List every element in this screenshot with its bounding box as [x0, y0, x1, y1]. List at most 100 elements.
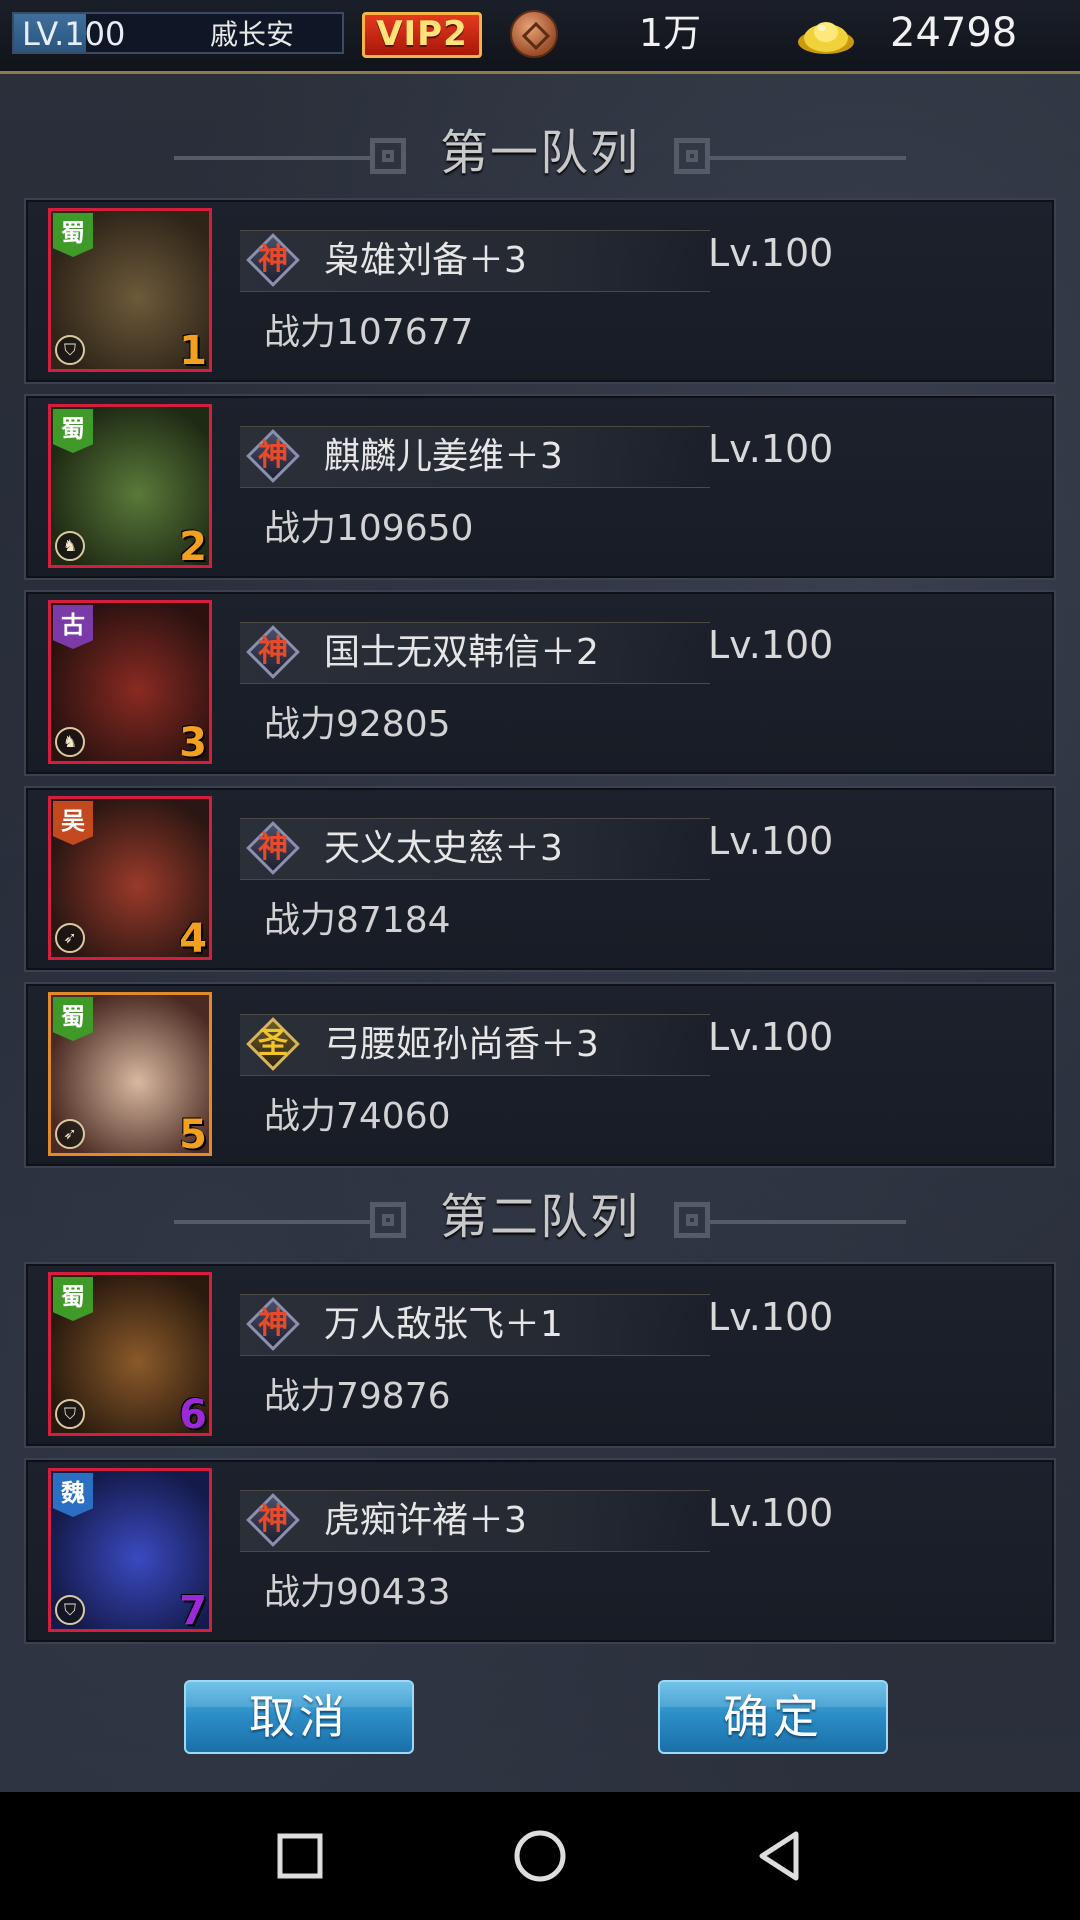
hero-level: Lv.100 [708, 1491, 834, 1535]
player-level-bar: LV.100 戚长安 [12, 12, 344, 54]
rank-glyph: 神 [258, 634, 288, 669]
hero-level: Lv.100 [708, 819, 834, 863]
troop-class-icon: ⛉ [55, 1595, 85, 1625]
rank-glyph: 圣 [258, 1026, 288, 1061]
section-header-second-queue: 第二队列 [170, 1182, 910, 1252]
header-divider [706, 156, 906, 160]
gold-amount: 24798 [890, 10, 1018, 56]
hero-name-bar: 神 国士无双韩信＋2 [240, 622, 710, 684]
hero-name: 天义太史慈＋3 [324, 828, 563, 869]
slot-number: 7 [179, 1588, 207, 1632]
rank-glyph: 神 [258, 438, 288, 473]
faction-badge: 蜀 [53, 213, 93, 257]
hero-portrait[interactable]: 蜀 ➶ 5 [48, 992, 212, 1156]
slot-number: 6 [179, 1392, 207, 1436]
recent-apps-icon[interactable] [270, 1826, 330, 1886]
troop-class-icon: ⛉ [55, 1399, 85, 1429]
hero-name-bar: 神 万人敌张飞＋1 [240, 1294, 710, 1356]
troop-class-icon: ♞ [55, 531, 85, 561]
hero-name: 枭雄刘备＋3 [324, 240, 527, 281]
header-ornament [370, 1202, 406, 1238]
slot-number: 3 [179, 720, 207, 764]
hero-name: 弓腰姬孙尚香＋3 [324, 1024, 599, 1065]
vip-badge[interactable]: VIP2 [362, 12, 482, 58]
troop-class-icon: ➶ [55, 1119, 85, 1149]
player-level: LV.100 [22, 15, 126, 53]
hero-name: 虎痴许褚＋3 [324, 1500, 527, 1541]
hero-name-bar: 神 枭雄刘备＋3 [240, 230, 710, 292]
hero-row[interactable]: 吴 ➶ 4 神 天义太史慈＋3 Lv.100 战力87184 [24, 786, 1056, 972]
hero-portrait[interactable]: 蜀 ⛉ 6 [48, 1272, 212, 1436]
troop-class-icon: ➶ [55, 923, 85, 953]
hero-level: Lv.100 [708, 427, 834, 471]
hero-power: 战力87184 [264, 900, 451, 941]
cancel-button[interactable]: 取消 [184, 1680, 414, 1754]
header-ornament [674, 138, 710, 174]
back-icon[interactable] [750, 1826, 810, 1886]
faction-badge: 蜀 [53, 997, 93, 1041]
hero-portrait[interactable]: 蜀 ♞ 2 [48, 404, 212, 568]
system-navigation-bar [0, 1792, 1080, 1920]
hero-row[interactable]: 蜀 ➶ 5 圣 弓腰姬孙尚香＋3 Lv.100 战力74060 [24, 982, 1056, 1168]
hero-row[interactable]: 蜀 ⛉ 6 神 万人敌张飞＋1 Lv.100 战力79876 [24, 1262, 1056, 1448]
section-header-first-queue: 第一队列 [170, 118, 910, 188]
section-title: 第二队列 [439, 1189, 640, 1245]
rank-badge-icon: 神 [246, 1297, 300, 1351]
hero-portrait[interactable]: 蜀 ⛉ 1 [48, 208, 212, 372]
hero-level: Lv.100 [708, 1015, 834, 1059]
faction-badge: 古 [53, 605, 93, 649]
hero-power: 战力79876 [264, 1376, 451, 1417]
hero-level: Lv.100 [708, 231, 834, 275]
rank-badge-icon: 神 [246, 233, 300, 287]
rank-badge-icon: 神 [246, 429, 300, 483]
confirm-button[interactable]: 确定 [658, 1680, 888, 1754]
hero-portrait[interactable]: 古 ♞ 3 [48, 600, 212, 764]
top-status-bar: LV.100 戚长安 VIP2 1万 24798 [0, 0, 1080, 74]
hero-power: 战力74060 [264, 1096, 451, 1137]
hero-level: Lv.100 [708, 1295, 834, 1339]
rank-badge-icon: 神 [246, 625, 300, 679]
hero-portrait[interactable]: 吴 ➶ 4 [48, 796, 212, 960]
hero-name-bar: 神 虎痴许褚＋3 [240, 1490, 710, 1552]
rank-glyph: 神 [258, 242, 288, 277]
header-ornament [370, 138, 406, 174]
slot-number: 2 [179, 524, 207, 568]
hero-power: 战力107677 [264, 312, 474, 353]
home-icon[interactable] [510, 1826, 570, 1886]
hero-name-bar: 神 麒麟儿姜维＋3 [240, 426, 710, 488]
header-divider [174, 156, 374, 160]
faction-badge: 蜀 [53, 1277, 93, 1321]
hero-level: Lv.100 [708, 623, 834, 667]
faction-badge: 蜀 [53, 409, 93, 453]
rank-badge-icon: 圣 [246, 1017, 300, 1071]
faction-badge: 吴 [53, 801, 93, 845]
header-divider [706, 1220, 906, 1224]
hero-name: 万人敌张飞＋1 [324, 1304, 563, 1345]
rank-glyph: 神 [258, 830, 288, 865]
troop-class-icon: ♞ [55, 727, 85, 757]
header-divider [174, 1220, 374, 1224]
rank-badge-icon: 神 [246, 1493, 300, 1547]
slot-number: 4 [179, 916, 207, 960]
copper-coin-icon [510, 10, 558, 58]
hero-row[interactable]: 古 ♞ 3 神 国士无双韩信＋2 Lv.100 战力92805 [24, 590, 1056, 776]
hero-portrait[interactable]: 魏 ⛉ 7 [48, 1468, 212, 1632]
section-title: 第一队列 [439, 125, 640, 181]
hero-power: 战力109650 [264, 508, 474, 549]
faction-badge: 魏 [53, 1473, 93, 1517]
hero-row[interactable]: 蜀 ⛉ 1 神 枭雄刘备＋3 Lv.100 战力107677 [24, 198, 1056, 384]
hero-name: 国士无双韩信＋2 [324, 632, 599, 673]
slot-number: 5 [179, 1112, 207, 1156]
rank-glyph: 神 [258, 1502, 288, 1537]
formation-panel: 第一队列 蜀 ⛉ 1 神 枭雄刘备＋3 Lv.100 战力107677 蜀 ♞ … [0, 74, 1080, 1792]
hero-power: 战力92805 [264, 704, 451, 745]
hero-name-bar: 神 天义太史慈＋3 [240, 818, 710, 880]
hero-power: 战力90433 [264, 1572, 451, 1613]
hero-row[interactable]: 魏 ⛉ 7 神 虎痴许褚＋3 Lv.100 战力90433 [24, 1458, 1056, 1644]
hero-row[interactable]: 蜀 ♞ 2 神 麒麟儿姜维＋3 Lv.100 战力109650 [24, 394, 1056, 580]
coin-amount: 1万 [638, 11, 702, 55]
player-name: 戚长安 [210, 18, 295, 51]
hero-name: 麒麟儿姜维＋3 [324, 436, 563, 477]
troop-class-icon: ⛉ [55, 335, 85, 365]
gold-ingot-icon [798, 22, 854, 54]
